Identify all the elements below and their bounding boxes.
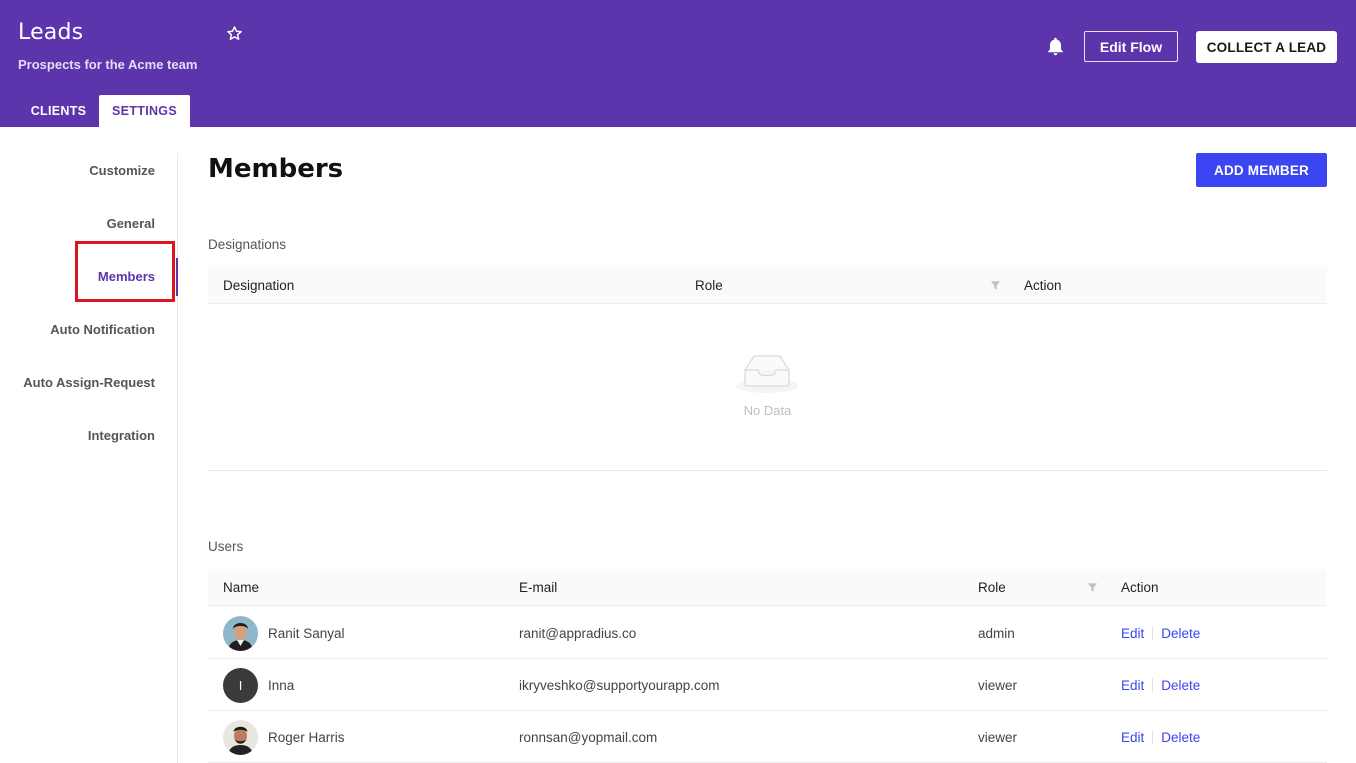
table-row: Ranit Sanyal ranit@appradius.co admin Ed…	[208, 607, 1327, 659]
user-email: ranit@appradius.co	[519, 625, 637, 641]
star-icon[interactable]	[226, 25, 243, 42]
user-name: Roger Harris	[268, 729, 345, 745]
edit-link[interactable]: Edit	[1121, 626, 1144, 641]
designations-table-header: Designation Role Action	[208, 267, 1327, 304]
delete-link[interactable]: Delete	[1161, 730, 1200, 745]
collect-lead-button[interactable]: COLLECT A LEAD	[1196, 31, 1337, 63]
sidebar-divider	[177, 153, 178, 763]
action-divider	[1152, 730, 1154, 744]
edit-link[interactable]: Edit	[1121, 678, 1144, 693]
avatar	[223, 616, 258, 651]
edit-flow-button[interactable]: Edit Flow	[1084, 31, 1178, 62]
user-name: Ranit Sanyal	[268, 625, 345, 641]
page-heading: Leads	[18, 20, 84, 45]
edit-link[interactable]: Edit	[1121, 730, 1144, 745]
page-title: Members	[208, 154, 344, 184]
users-section-label: Users	[208, 539, 244, 554]
sidebar-item-auto-notification[interactable]: Auto Notification	[50, 322, 155, 337]
tab-settings[interactable]: SETTINGS	[99, 95, 190, 127]
sidebar-item-auto-assign-request[interactable]: Auto Assign-Request	[23, 375, 155, 390]
selection-highlight-box	[75, 241, 175, 302]
page-subtitle: Prospects for the Acme team	[18, 57, 198, 72]
user-role: viewer	[978, 677, 1018, 693]
user-email: ikryveshko@supportyourapp.com	[519, 677, 720, 693]
table-row: Roger Harris ronnsan@yopmail.com viewer …	[208, 711, 1327, 763]
column-header-action: Action	[1121, 580, 1159, 595]
user-role: admin	[978, 625, 1015, 641]
users-table-header: Name E-mail Role Action	[208, 569, 1327, 606]
user-role: viewer	[978, 729, 1018, 745]
filter-icon[interactable]	[990, 280, 1001, 291]
table-row: I Inna ikryveshko@supportyourapp.com vie…	[208, 659, 1327, 711]
column-header-name: Name	[223, 580, 260, 595]
delete-link[interactable]: Delete	[1161, 626, 1200, 641]
designations-section-label: Designations	[208, 237, 287, 252]
sidebar-item-integration[interactable]: Integration	[88, 428, 155, 443]
column-header-role: Role	[695, 278, 723, 293]
add-member-button[interactable]: ADD MEMBER	[1196, 153, 1327, 187]
column-header-email: E-mail	[519, 580, 558, 595]
sidebar-active-indicator	[176, 258, 178, 296]
designations-empty-state: No Data	[208, 305, 1327, 471]
tab-clients[interactable]: CLIENTS	[18, 95, 99, 127]
action-divider	[1152, 678, 1154, 692]
app-header: Leads Prospects for the Acme team Edit F…	[0, 0, 1356, 127]
column-header-action: Action	[1024, 278, 1062, 293]
delete-link[interactable]: Delete	[1161, 678, 1200, 693]
user-name: Inna	[268, 677, 295, 693]
bell-icon[interactable]	[1046, 36, 1065, 57]
empty-inbox-icon	[736, 355, 798, 393]
empty-state-text: No Data	[743, 403, 792, 418]
action-divider	[1152, 626, 1154, 640]
avatar: I	[223, 668, 258, 703]
column-header-role: Role	[978, 580, 1006, 595]
filter-icon[interactable]	[1087, 582, 1098, 593]
sidebar-item-customize[interactable]: Customize	[89, 163, 155, 178]
avatar	[223, 720, 258, 755]
column-header-designation: Designation	[223, 278, 295, 293]
sidebar-item-general[interactable]: General	[107, 216, 155, 231]
user-email: ronnsan@yopmail.com	[519, 729, 658, 745]
